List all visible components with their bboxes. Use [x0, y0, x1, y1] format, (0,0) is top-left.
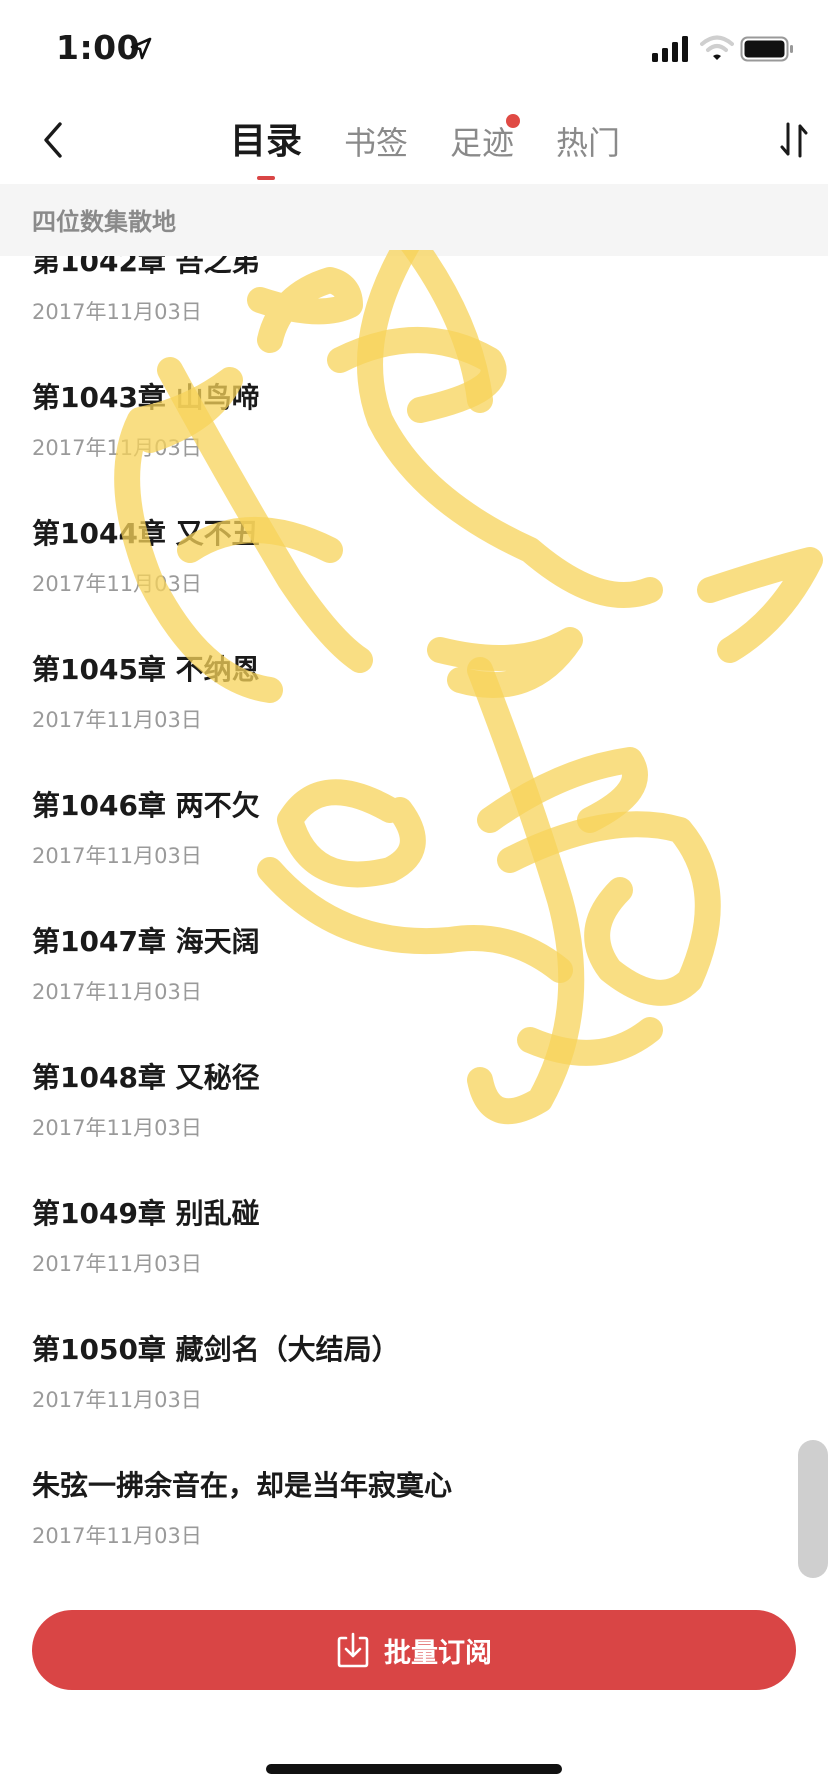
battery-icon — [740, 36, 793, 62]
chapter-date: 2017年11月03日 — [32, 708, 202, 732]
chapter-item[interactable]: 第1042章 吾之弟 2017年11月03日 — [0, 256, 828, 364]
active-tab-indicator — [257, 176, 275, 180]
chapter-date: 2017年11月03日 — [32, 436, 202, 460]
chapter-date: 2017年11月03日 — [32, 572, 202, 596]
location-arrow-icon — [130, 37, 152, 60]
chapter-title: 第1042章 吾之弟 — [32, 256, 260, 278]
chapter-item[interactable]: 第1050章 藏剑名（大结局） 2017年11月03日 — [0, 1316, 828, 1452]
chapter-date: 2017年11月03日 — [32, 1252, 202, 1276]
chapter-item[interactable]: 第1045章 不纳恩 2017年11月03日 — [0, 636, 828, 772]
tab-label: 目录 — [230, 121, 303, 162]
chapter-date: 2017年11月03日 — [32, 980, 202, 1004]
chapter-title: 第1047章 海天阔 — [32, 925, 260, 958]
volume-section-header: 四位数集散地 — [0, 184, 828, 256]
chapter-item[interactable]: 第1048章 又秘径 2017年11月03日 — [0, 1044, 828, 1180]
tab-label: 足迹 — [450, 124, 515, 162]
chapter-title: 第1048章 又秘径 — [32, 1061, 260, 1094]
chapter-item[interactable]: 朱弦一拂余音在，却是当年寂寞心 2017年11月03日 — [0, 1452, 828, 1576]
chapter-item[interactable]: 第1043章 山鸟啼 2017年11月03日 — [0, 364, 828, 500]
tab-catalog[interactable]: 目录 — [230, 112, 303, 180]
status-bar: 1:00 — [0, 0, 828, 96]
chapter-title: 朱弦一拂余音在，却是当年寂寞心 — [32, 1469, 453, 1502]
wifi-icon — [700, 35, 734, 60]
volume-title: 四位数集散地 — [32, 208, 176, 236]
chapter-title: 第1043章 山鸟啼 — [32, 381, 260, 414]
chapter-title: 第1049章 别乱碰 — [32, 1197, 260, 1230]
chapter-date: 2017年11月03日 — [32, 1524, 202, 1548]
chapter-date: 2017年11月03日 — [32, 1116, 202, 1140]
chapter-item[interactable]: 第1046章 两不欠 2017年11月03日 — [0, 772, 828, 908]
top-nav: 目录 书签 足迹 热门 — [0, 96, 828, 184]
tab-label: 书签 — [344, 124, 409, 162]
chapter-item[interactable]: 第1049章 别乱碰 2017年11月03日 — [0, 1180, 828, 1316]
chapter-title: 第1050章 藏剑名（大结局） — [32, 1333, 400, 1366]
notification-dot — [506, 114, 521, 128]
chapter-date: 2017年11月03日 — [32, 300, 202, 324]
back-button[interactable] — [36, 116, 72, 164]
tab-bookmarks[interactable]: 书签 — [344, 118, 408, 170]
chapter-title: 第1045章 不纳恩 — [32, 653, 260, 686]
scrollbar-thumb[interactable] — [798, 1440, 828, 1578]
home-indicator[interactable] — [266, 1764, 562, 1774]
cellular-signal-icon — [652, 36, 688, 62]
sort-order-button[interactable] — [776, 120, 812, 160]
tab-label: 热门 — [556, 124, 621, 162]
download-icon — [337, 1632, 369, 1668]
chapter-item[interactable]: 第1047章 海天阔 2017年11月03日 — [0, 908, 828, 1044]
batch-subscribe-label: 批量订阅 — [384, 1637, 492, 1669]
chapter-list: 第1042章 吾之弟 2017年11月03日 第1043章 山鸟啼 2017年1… — [0, 256, 828, 1576]
tab-bar: 目录 书签 足迹 热门 — [230, 110, 662, 180]
chapter-title: 第1046章 两不欠 — [32, 789, 260, 822]
chapter-date: 2017年11月03日 — [32, 1388, 202, 1412]
chapter-item[interactable]: 第1044章 又不丑 2017年11月03日 — [0, 500, 828, 636]
chapter-list-viewport[interactable]: 第1042章 吾之弟 2017年11月03日 第1043章 山鸟啼 2017年1… — [0, 256, 828, 1576]
batch-subscribe-button[interactable]: 批量订阅 — [32, 1610, 796, 1690]
chapter-title: 第1044章 又不丑 — [32, 517, 260, 550]
tab-history[interactable]: 足迹 — [450, 114, 521, 170]
chapter-date: 2017年11月03日 — [32, 844, 202, 868]
tab-popular[interactable]: 热门 — [556, 118, 620, 170]
